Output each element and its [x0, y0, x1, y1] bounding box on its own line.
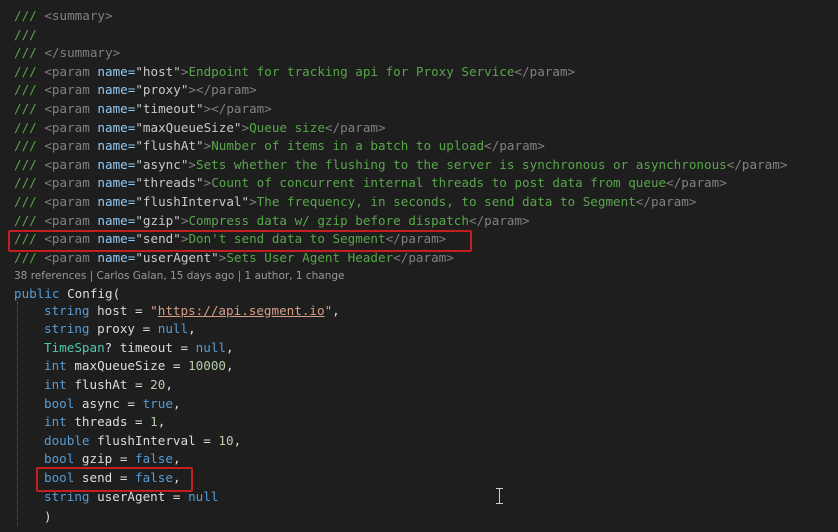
highlight-code-send	[36, 467, 193, 492]
doc-param-text: Sets User Agent Header	[226, 249, 394, 265]
doc-param-line: /// <param name="threads">Count of concu…	[14, 175, 727, 191]
doc-param-line: /// <param name="flushInterval">The freq…	[14, 194, 697, 209]
constructor-param-line: double flushInterval = 10,	[44, 432, 242, 448]
highlight-doc-send	[8, 230, 472, 252]
doc-param-line: /// <param name="flushAt">Number of item…	[14, 138, 545, 154]
constructor-param-line: TimeSpan? timeout = null,	[44, 339, 234, 355]
doc-line-summary-open: /// <summary>	[14, 8, 113, 23]
url-link[interactable]: https://api.segment.io	[158, 303, 325, 318]
doc-param-line: /// <param name="proxy"></param>	[14, 82, 257, 98]
constructor-param-line: string host = "https://api.segment.io",	[44, 302, 340, 318]
doc-param-text: Sets whether the flushing to the server …	[196, 156, 727, 172]
doc-param-text: Compress data w/ gzip before dispatch	[188, 212, 469, 228]
constructor-param-line: int threads = 1,	[44, 414, 166, 430]
doc-param-text: The frequency, in seconds, to send data …	[256, 194, 636, 209]
constructor-param-line: bool async = true,	[44, 395, 181, 411]
constructor-param-line: string proxy = null,	[44, 321, 196, 337]
indent-guide	[17, 302, 18, 526]
code-editor[interactable]: /// <summary> /// /// </summary> /// <pa…	[0, 0, 838, 532]
constructor-param-line: int maxQueueSize = 10000,	[44, 358, 234, 374]
doc-param-text: Count of concurrent internal threads to …	[211, 175, 667, 191]
doc-param-line: /// <param name="timeout"></param>	[14, 101, 272, 116]
doc-param-text: Endpoint for tracking api for Proxy Serv…	[188, 63, 515, 79]
doc-line-summary-close: /// </summary>	[14, 45, 121, 61]
doc-param-line: /// <param name="maxQueueSize">Queue siz…	[14, 119, 386, 135]
doc-param-text: Queue size	[249, 119, 325, 135]
codelens-info[interactable]: 38 references | Carlos Galan, 15 days ag…	[14, 268, 345, 284]
doc-param-line: /// <param name="gzip">Compress data w/ …	[14, 212, 530, 228]
doc-param-text: Number of items in a batch to upload	[211, 138, 485, 154]
constructor-close: )	[44, 508, 52, 524]
constructor-param-line: int flushAt = 20,	[44, 376, 173, 392]
doc-param-line: /// <param name="host">Endpoint for trac…	[14, 63, 576, 79]
text-cursor-icon	[496, 488, 504, 504]
doc-line-empty: ///	[14, 26, 37, 42]
doc-param-line: /// <param name="async">Sets whether the…	[14, 156, 788, 172]
